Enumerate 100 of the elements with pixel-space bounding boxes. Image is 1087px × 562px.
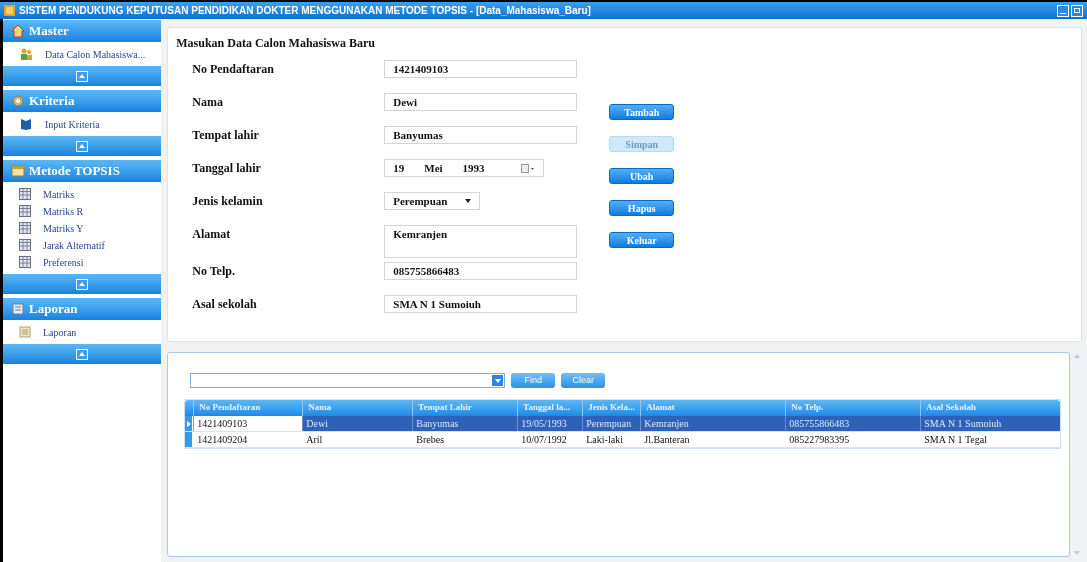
sidebar-item-label: Laporan [43, 325, 77, 340]
sidebar-item-label: Data Calon Mahasiswa... [45, 47, 146, 62]
row-pointer-icon [186, 420, 191, 427]
field-label: Tanggal lahir [192, 160, 262, 177]
section-header[interactable]: Metode TOPSIS [3, 160, 162, 182]
window-icon [11, 164, 25, 178]
table-cell-text: 1421409204 [196, 433, 249, 447]
table-row[interactable]: 1421409103 Dewi Banyumas 19/05/1993 Perempuan Kemranjen 085755866483 SMA N 1 Sumoiuh [185, 416, 1061, 432]
table-cell: Perempuan [582, 416, 641, 431]
search-combobox[interactable] [190, 373, 506, 388]
sidebar-item[interactable]: Matriks R [3, 203, 162, 219]
field-label: Jenis kelamin [192, 193, 264, 210]
address-field[interactable]: Kemranjen [384, 225, 578, 258]
text-field[interactable]: 085755866483 [384, 262, 578, 280]
sidebar-item[interactable]: Matriks Y [3, 220, 162, 236]
table-cell: Dewi [302, 416, 413, 431]
book-icon [19, 117, 33, 131]
date-day: 19 [393, 159, 405, 177]
action-button[interactable]: Tambah [609, 104, 675, 120]
find-button[interactable]: Find [511, 373, 556, 388]
up-arrow-icon [1074, 354, 1081, 358]
section-title: Metode TOPSIS [29, 162, 120, 181]
table-icon [19, 222, 31, 234]
collapse-button[interactable] [76, 278, 89, 290]
table-cell-text: 10/07/1992 [520, 433, 568, 447]
field-label: Alamat [192, 226, 232, 243]
sidebar-item-label: Input Kriteria [45, 117, 100, 132]
collapse-button[interactable] [76, 70, 89, 82]
house-icon [11, 24, 25, 38]
caret-icon [465, 199, 472, 203]
sidebar-item-label: Matriks [43, 187, 75, 202]
sidebar-item[interactable]: Matriks [3, 186, 162, 202]
sidebar-item[interactable]: Preferensi [3, 254, 162, 270]
table-cell: 085755866483 [785, 416, 921, 431]
table-icon [19, 205, 31, 217]
section-header[interactable]: Master [3, 20, 162, 42]
sidebar-item[interactable]: Data Calon Mahasiswa... [3, 46, 162, 62]
field-label: Tempat lahir [192, 127, 260, 144]
sidebar-item[interactable]: Laporan [3, 324, 162, 340]
row-indicator [185, 432, 194, 447]
up-caret-icon [79, 144, 86, 148]
section-header[interactable]: Laporan [3, 298, 162, 320]
sidebar-item-label: Jarak Alternatif [43, 238, 105, 253]
date-month: Mei [424, 160, 443, 176]
table-icon [19, 256, 31, 268]
table-cell-text: Jl.Banteran [643, 433, 691, 447]
table-icon [19, 188, 31, 200]
date-picker[interactable]: 19 Mei 1993 [384, 159, 545, 177]
table-cell-text: Aril [305, 433, 324, 447]
section-header[interactable]: Kriteria [3, 90, 162, 112]
table-cell-text: 085227983395 [788, 433, 851, 447]
section-title: Kriteria [29, 92, 75, 111]
date-year: 1993 [462, 160, 485, 176]
sidebar-item[interactable]: Jarak Alternatif [3, 237, 162, 253]
dropdown-value: Perempuan [393, 193, 448, 209]
action-button[interactable]: Keluar [609, 232, 675, 248]
calendar-caret-icon [521, 163, 536, 173]
field-label: No Telp. [192, 263, 236, 280]
collapse-button[interactable] [76, 140, 89, 152]
table-cell-text: Laki-laki [585, 433, 624, 447]
sidebar-item-label: Preferensi [43, 255, 84, 270]
sidebar-item-label: Matriks R [43, 204, 84, 219]
up-caret-icon [79, 282, 86, 286]
text-field[interactable]: 1421409103 [384, 60, 578, 78]
sidebar-item[interactable]: Input Kriteria [3, 116, 162, 132]
people-icon [19, 47, 33, 61]
action-button[interactable]: Ubah [609, 168, 675, 184]
text-field[interactable]: Dewi [384, 93, 578, 111]
table-cell: Kemranjen [640, 416, 786, 431]
action-button[interactable]: Hapus [609, 200, 675, 216]
table-icon [19, 239, 31, 251]
window-title: SISTEM PENDUKUNG KEPUTUSAN PENDIDIKAN DOKTER MENGGUNAKAN METODE TOPSIS - [Data_Mahasiswa_Baru] [19, 4, 591, 18]
sidebar-item-label: Matriks Y [43, 221, 84, 236]
caret-icon [494, 378, 501, 383]
table-cell: 1421409103 [193, 416, 303, 431]
collapse-button[interactable] [76, 348, 89, 360]
section-title: Master [29, 22, 69, 41]
table-cell-text: SMA N 1 Tegal [923, 433, 988, 447]
table-cell: 19/05/1993 [517, 416, 583, 431]
text-field[interactable]: SMA N 1 Sumoiuh [384, 295, 578, 313]
document-icon [19, 326, 31, 338]
field-label: Asal sekolah [192, 296, 258, 313]
table-cell: Banyumas [412, 416, 518, 431]
text-field[interactable]: Banyumas [384, 126, 578, 144]
section-title: Laporan [29, 300, 78, 319]
up-caret-icon [79, 74, 86, 78]
document-icon [11, 302, 25, 316]
minimize-button[interactable] [1057, 4, 1069, 17]
field-label: Nama [192, 94, 224, 111]
table-cell: SMA N 1 Sumoiuh [920, 416, 1061, 431]
field-label: No Pendaftaran [192, 61, 275, 78]
restore-button[interactable] [1071, 4, 1083, 17]
app-icon [4, 5, 15, 16]
down-arrow-icon [1074, 551, 1081, 555]
up-caret-icon [79, 352, 86, 356]
table-cell-text: Brebes [415, 433, 446, 447]
dropdown-button[interactable] [492, 375, 504, 386]
clear-button[interactable]: Clear [561, 373, 606, 388]
table-row[interactable]: 1421409204 Aril Brebes 10/07/1992 Laki-laki Jl.Banteran 085227983395 SMA N 1 Tegal [185, 432, 1061, 448]
gender-dropdown[interactable]: Perempuan [384, 192, 481, 210]
